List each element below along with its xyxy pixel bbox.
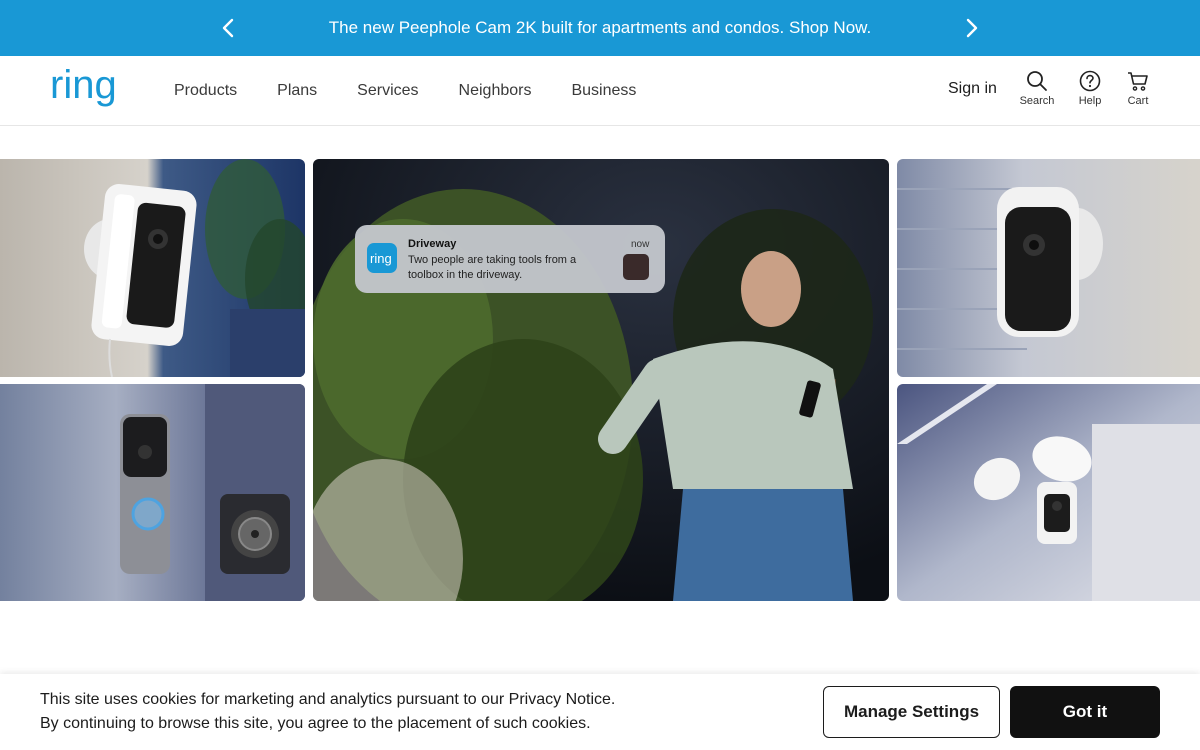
spotlight-cam-image	[0, 159, 305, 377]
help-button[interactable]: Help	[1068, 70, 1112, 107]
help-icon	[1079, 70, 1101, 92]
video-doorbell-image	[0, 384, 305, 601]
notification-title: Driveway	[408, 238, 457, 250]
nav-item-products[interactable]: Products	[174, 82, 237, 100]
manage-settings-button[interactable]: Manage Settings	[823, 686, 1000, 738]
product-image-spotlight-cam[interactable]	[0, 159, 305, 377]
nav-item-plans[interactable]: Plans	[277, 82, 317, 100]
promo-banner: The new Peephole Cam 2K built for apartm…	[0, 0, 1200, 56]
promo-next-button[interactable]	[952, 0, 992, 56]
sign-in-link[interactable]: Sign in	[948, 80, 997, 98]
cart-label: Cart	[1127, 95, 1149, 107]
nav-item-neighbors[interactable]: Neighbors	[459, 82, 532, 100]
nav-item-business[interactable]: Business	[571, 82, 636, 100]
notification-time: now	[631, 239, 650, 250]
product-image-video-doorbell[interactable]	[0, 384, 305, 601]
help-label: Help	[1078, 95, 1102, 107]
primary-menu: Products Plans Services Neighbors Busine…	[174, 56, 676, 126]
nav-item-services[interactable]: Services	[357, 82, 418, 100]
product-image-floodlight-cam[interactable]	[897, 384, 1200, 601]
chevron-left-icon	[222, 18, 234, 38]
hero-video-panel[interactable]: ring Driveway now Two people are taking …	[313, 159, 889, 601]
hero-carousel: ring Driveway now Two people are taking …	[0, 126, 1200, 674]
promo-link[interactable]: The new Peephole Cam 2K built for apartm…	[329, 18, 871, 38]
search-button[interactable]: Search	[1015, 70, 1059, 107]
cart-icon	[1128, 72, 1148, 91]
logo-text: ring	[50, 68, 117, 107]
cookie-line-1: This site uses cookies for marketing and…	[40, 691, 616, 708]
got-it-button[interactable]: Got it	[1010, 686, 1160, 738]
floodlight-cam-image	[897, 384, 1200, 601]
hero-scene-image: ring Driveway now Two people are taking …	[313, 159, 889, 601]
search-label: Search	[1019, 95, 1055, 107]
cookie-message: This site uses cookies for marketing and…	[40, 688, 615, 736]
promo-prev-button[interactable]	[208, 0, 248, 56]
chevron-right-icon	[966, 18, 978, 38]
notification-line-2: toolbox in the driveway.	[408, 269, 522, 281]
notification-line-1: Two people are taking tools from a	[408, 254, 577, 266]
cart-button[interactable]: Cart	[1116, 70, 1160, 107]
cookie-banner: This site uses cookies for marketing and…	[0, 674, 1200, 750]
main-navigation: ring Products Plans Services Neighbors B…	[0, 56, 1200, 126]
product-image-stick-up-cam[interactable]	[897, 159, 1200, 377]
stick-up-cam-image	[897, 159, 1200, 377]
ring-logo[interactable]: ring	[48, 68, 118, 114]
cookie-line-2: By continuing to browse this site, you a…	[40, 715, 591, 732]
search-icon	[1027, 71, 1047, 91]
notification-app-logo: ring	[370, 251, 392, 266]
